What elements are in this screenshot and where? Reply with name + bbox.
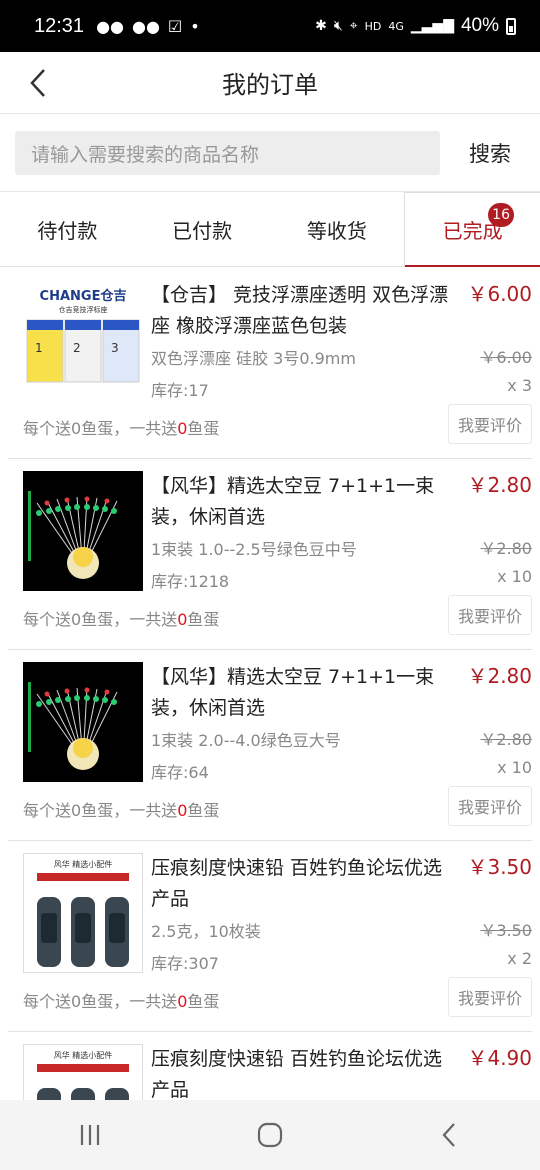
product-name: 压痕刻度快速铅 百姓钓鱼论坛优选产品	[151, 857, 443, 910]
product-image[interactable]	[23, 471, 143, 591]
product-image[interactable]: 风华 精选小配件	[23, 1044, 143, 1100]
order-list: CHANGE仓吉 仓吉竞技浮标座 1 2 3 【仓吉】 竞技浮漂座透明 双色浮漂…	[0, 268, 540, 1100]
search-bar: 请输入需要搜索的商品名称 搜索	[0, 115, 540, 192]
battery-percent: 40%	[460, 15, 499, 36]
product-image[interactable]	[23, 662, 143, 782]
product-stock: 库存:64	[151, 763, 209, 782]
tab-pending-payment[interactable]: 待付款	[0, 192, 135, 266]
mute-icon: 🔇︎	[333, 18, 343, 34]
search-input[interactable]: 请输入需要搜索的商品名称	[15, 131, 440, 175]
original-price: ￥6.00	[480, 348, 532, 367]
product-spec: 2.5克，10枚装	[151, 922, 261, 941]
product-quantity: x 10	[497, 567, 532, 586]
product-quantity: x 2	[507, 949, 532, 968]
order-item[interactable]: 风华 精选小配件 压痕刻度快速铅 百姓钓鱼论坛优选产品 ￥4.90	[8, 1032, 532, 1100]
status-bar: 12:31 ●● ●● ☑ • ✱ 🔇︎ ⌖ HD 4G ▁▃▅▇ 40%	[0, 0, 540, 52]
battery-icon	[506, 17, 516, 35]
product-spec: 1束装 2.0--4.0绿色豆大号	[151, 731, 341, 750]
svg-text:风华 精选小配件: 风华 精选小配件	[54, 1050, 113, 1060]
gift-info: 每个送0鱼蛋，一共送0鱼蛋	[23, 419, 220, 438]
product-quantity: x 10	[497, 758, 532, 777]
page-header: 我的订单	[0, 52, 540, 114]
product-price: ￥3.50	[467, 855, 532, 879]
product-price: ￥6.00	[467, 282, 532, 306]
dot-icon: •	[190, 16, 200, 36]
product-price: ￥2.80	[467, 664, 532, 688]
svg-text:3: 3	[111, 341, 119, 355]
recent-apps-icon[interactable]	[75, 1120, 105, 1150]
wechat-icon: ●●	[131, 16, 160, 36]
product-quantity: x 3	[507, 376, 532, 395]
tab-awaiting-receipt[interactable]: 等收货	[270, 192, 405, 266]
review-button[interactable]: 我要评价	[448, 977, 532, 1017]
signal-icon: ▁▃▅▇	[410, 18, 454, 34]
order-status-tabs: 待付款 已付款 等收货 已完成 16	[0, 192, 540, 267]
svg-text:2: 2	[73, 341, 81, 355]
svg-text:CHANGE仓吉: CHANGE仓吉	[40, 288, 127, 304]
product-price: ￥4.90	[467, 1046, 532, 1070]
checkbox-notification-icon: ☑	[167, 16, 183, 36]
order-item[interactable]: 风华 精选小配件 压痕刻度快速铅 百姓钓鱼论坛优选产品 2.5克，10枚装 库存…	[8, 841, 532, 1032]
review-button[interactable]: 我要评价	[448, 786, 532, 826]
gift-info: 每个送0鱼蛋，一共送0鱼蛋	[23, 801, 220, 820]
product-spec: 双色浮漂座 硅胶 3号0.9mm	[151, 349, 356, 368]
product-stock: 库存:17	[151, 381, 209, 400]
product-name: 压痕刻度快速铅 百姓钓鱼论坛优选产品	[151, 1048, 443, 1100]
hd-icon: HD	[364, 19, 382, 33]
original-price: ￥2.80	[480, 539, 532, 558]
back-arrow-icon[interactable]	[24, 64, 54, 102]
original-price: ￥2.80	[480, 730, 532, 749]
product-stock: 库存:1218	[151, 572, 230, 591]
home-icon[interactable]	[255, 1120, 285, 1150]
tab-paid[interactable]: 已付款	[135, 192, 270, 266]
svg-text:风华 精选小配件: 风华 精选小配件	[54, 859, 113, 869]
gift-info: 每个送0鱼蛋，一共送0鱼蛋	[23, 992, 220, 1011]
gift-info: 每个送0鱼蛋，一共送0鱼蛋	[23, 610, 220, 629]
svg-text:1: 1	[35, 341, 43, 355]
original-price: ￥3.50	[480, 921, 532, 940]
product-stock: 库存:307	[151, 954, 219, 973]
location-icon: ⌖	[349, 18, 358, 34]
back-icon[interactable]	[435, 1120, 465, 1150]
system-navigation-bar	[0, 1100, 540, 1170]
product-spec: 1束装 1.0--2.5号绿色豆中号	[151, 540, 357, 559]
review-button[interactable]: 我要评价	[448, 595, 532, 635]
product-image[interactable]: CHANGE仓吉 仓吉竞技浮标座 1 2 3	[23, 280, 143, 400]
network-4g-icon: 4G	[388, 19, 404, 33]
tab-completed[interactable]: 已完成 16	[404, 192, 540, 267]
bluetooth-icon: ✱	[315, 18, 327, 34]
order-item[interactable]: 【风华】精选太空豆 7+1+1一束装，休闲首选 1束装 2.0--4.0绿色豆大…	[8, 650, 532, 841]
page-title: 我的订单	[222, 72, 318, 99]
product-name: 【风华】精选太空豆 7+1+1一束装，休闲首选	[151, 475, 435, 528]
order-item[interactable]: 【风华】精选太空豆 7+1+1一束装，休闲首选 1束装 1.0--2.5号绿色豆…	[8, 459, 532, 650]
svg-text:仓吉竞技浮标座: 仓吉竞技浮标座	[59, 305, 108, 314]
product-price: ￥2.80	[467, 473, 532, 497]
count-badge: 16	[488, 203, 514, 227]
review-button[interactable]: 我要评价	[448, 404, 532, 444]
order-item[interactable]: CHANGE仓吉 仓吉竞技浮标座 1 2 3 【仓吉】 竞技浮漂座透明 双色浮漂…	[8, 268, 532, 459]
status-time: 12:31	[34, 14, 85, 37]
product-image[interactable]: 风华 精选小配件	[23, 853, 143, 973]
product-name: 【仓吉】 竞技浮漂座透明 双色浮漂座 橡胶浮漂座蓝色包装	[151, 284, 449, 337]
wechat-icon: ●●	[96, 16, 124, 36]
search-button[interactable]: 搜索	[440, 138, 540, 168]
product-name: 【风华】精选太空豆 7+1+1一束装，休闲首选	[151, 666, 435, 719]
